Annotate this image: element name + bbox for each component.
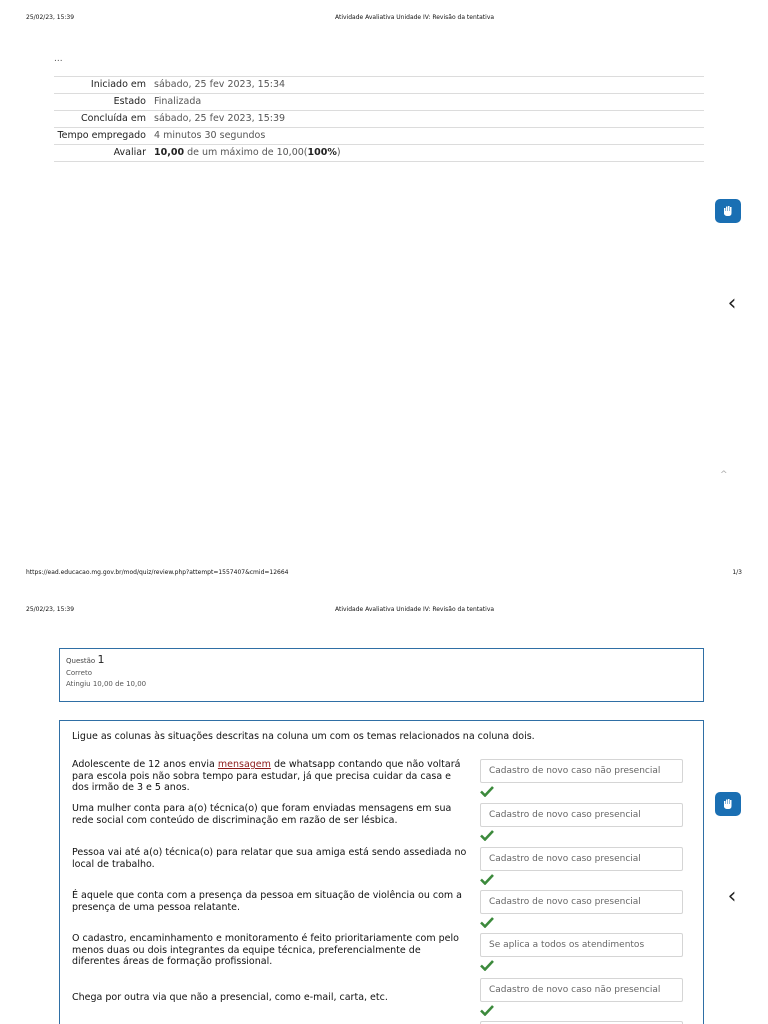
answer-select[interactable]: Se aplica a todos os atendimentos (480, 933, 683, 957)
print-date: 25/02/23, 15:39 (26, 606, 75, 613)
summary-label: Tempo empregado (57, 130, 146, 141)
summary-row-state: Estado Finalizada (54, 93, 704, 110)
match-stem: Uma mulher conta para a(o) técnica(o) qu… (72, 803, 452, 826)
question-text: Ligue as colunas às situações descritas … (72, 731, 535, 742)
summary-label: Iniciado em (90, 79, 146, 90)
summary-value: Finalizada (154, 96, 202, 107)
answer-select[interactable]: Cadastro de novo caso presencial (480, 890, 683, 914)
hand-icon (724, 799, 732, 809)
summary-label: Avaliar (113, 147, 146, 158)
caret-up-icon[interactable]: ^ (720, 470, 728, 480)
chevron-left-icon[interactable]: ‹ (718, 882, 746, 912)
answer-select[interactable]: Cadastro de novo caso presencial (480, 847, 683, 871)
question-status: Correto (66, 669, 92, 677)
answer-select[interactable]: Cadastro de novo caso não presencial (480, 759, 683, 783)
summary-value: 4 minutos 30 segundos (154, 130, 266, 141)
print-title: Atividade Avaliativa Unidade IV: Revisão… (335, 606, 495, 613)
print-header-page-2: 25/02/23, 15:39 Atividade Avaliativa Uni… (0, 606, 768, 618)
match-stem: Adolescente de 12 anos envia mensagem de… (72, 759, 467, 794)
summary-value: sábado, 25 fev 2023, 15:34 (154, 79, 286, 90)
grade-middle: de um máximo de 10,00( (184, 147, 308, 158)
summary-row-time: Tempo empregado 4 minutos 30 segundos (54, 127, 704, 144)
print-header: 25/02/23, 15:39 Atividade Avaliativa Uni… (0, 14, 768, 26)
summary-value: sábado, 25 fev 2023, 15:39 (154, 113, 286, 124)
question-info-box: Questão 1 Correto Atingiu 10,00 de 10,00 (59, 648, 704, 702)
print-url: https://ead.educacao.mg.gov.br/mod/quiz/… (26, 569, 289, 576)
summary-row-started: Iniciado em sábado, 25 fev 2023, 15:34 (54, 76, 704, 93)
summary-row-grade: Avaliar 10,00 de um máximo de 10,00(100%… (54, 144, 704, 162)
print-title: Atividade Avaliativa Unidade IV: Revisão… (335, 14, 495, 21)
check-icon (480, 960, 494, 971)
check-icon (480, 917, 494, 928)
check-icon (480, 786, 494, 797)
check-icon (480, 874, 494, 885)
check-icon (480, 830, 494, 841)
print-page-number: 1/3 (732, 569, 742, 576)
grade-end: ) (336, 147, 341, 158)
summary-row-completed: Concluída em sábado, 25 fev 2023, 15:39 (54, 110, 704, 127)
hand-icon (724, 206, 732, 216)
answer-select[interactable]: Cadastro de novo caso não presencial (480, 978, 683, 1002)
grade-percent: 100% (307, 147, 337, 158)
grade-value: 10,00 de um máximo de 10,00(100%) (154, 147, 341, 159)
summary-label: Concluída em (81, 113, 146, 124)
question-points: Atingiu 10,00 de 10,00 (66, 680, 147, 688)
match-stem: O cadastro, encaminhamento e monitoramen… (72, 933, 459, 967)
stem-text: Adolescente de 12 anos envia (72, 759, 218, 770)
accessibility-badge-icon[interactable] (715, 792, 741, 816)
print-date: 25/02/23, 15:39 (26, 14, 75, 21)
chevron-left-icon[interactable]: ‹ (718, 289, 746, 319)
attempt-summary-table: Iniciado em sábado, 25 fev 2023, 15:34 E… (54, 76, 704, 162)
check-icon (480, 1005, 494, 1016)
match-stem: Pessoa vai até a(o) técnica(o) para rela… (72, 847, 467, 870)
match-stem: Chega por outra via que não a presencial… (72, 992, 388, 1003)
question-number: Questão 1 (66, 653, 697, 666)
question-number-value: 1 (97, 653, 105, 666)
match-stem: É aquele que conta com a presença da pes… (72, 890, 462, 913)
accessibility-badge-icon[interactable] (715, 199, 741, 223)
summary-label: Estado (113, 96, 146, 107)
question-content-box: Ligue as colunas às situações descritas … (59, 720, 704, 1024)
grade-score: 10,00 (154, 147, 185, 158)
question-prefix: Questão (66, 657, 96, 665)
ellipsis: ... (54, 54, 63, 64)
stem-link[interactable]: mensagem (218, 759, 271, 770)
answer-select[interactable]: Cadastro de novo caso presencial (480, 803, 683, 827)
